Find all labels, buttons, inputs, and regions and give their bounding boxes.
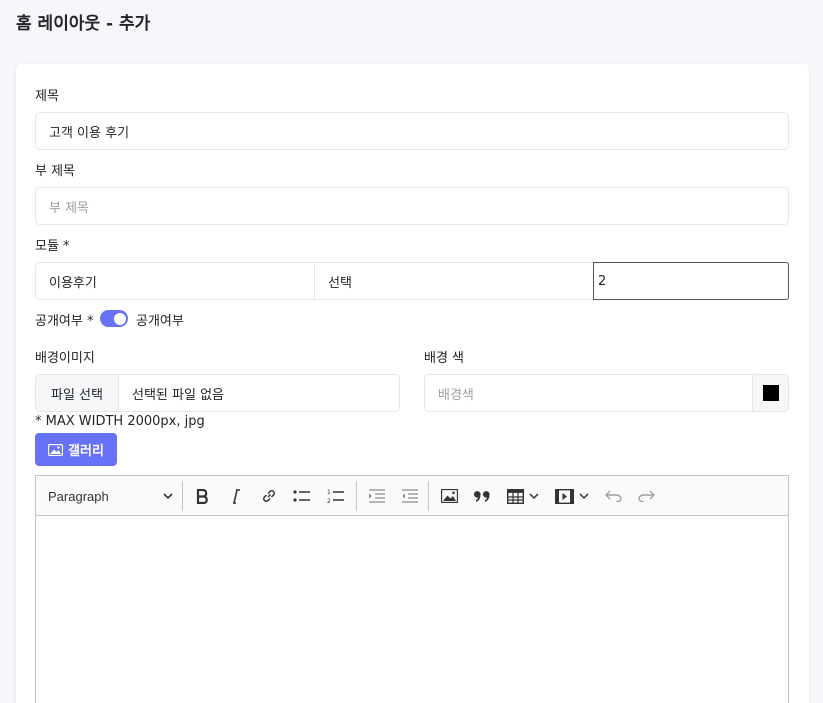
- bold-icon: [196, 488, 208, 504]
- chevron-down-icon: [163, 492, 173, 499]
- subtitle-input[interactable]: 부 제목: [35, 187, 789, 225]
- editor-content-area[interactable]: [36, 516, 788, 703]
- toggle-knob: [114, 312, 126, 325]
- image-hint: * MAX WIDTH 2000px, jpg: [35, 414, 205, 429]
- file-name-text: 선택된 파일 없음: [132, 387, 224, 403]
- redo-button[interactable]: [634, 476, 658, 516]
- insert-media-button[interactable]: [551, 476, 593, 516]
- italic-button[interactable]: [224, 476, 248, 516]
- module-label: 모듈 *: [35, 239, 70, 254]
- italic-icon: [233, 488, 240, 504]
- increase-indent-icon: [369, 489, 385, 503]
- bg-color-input[interactable]: 배경색: [424, 374, 789, 412]
- gallery-button[interactable]: 갤러리: [35, 433, 117, 466]
- bulleted-list-icon: [293, 490, 310, 502]
- rich-text-editor: Paragraph 12: [35, 475, 789, 703]
- svg-text:1: 1: [327, 489, 331, 496]
- undo-button[interactable]: [601, 476, 625, 516]
- link-icon: [263, 490, 275, 502]
- public-label: 공개여부 *: [35, 314, 94, 329]
- decrease-indent-button[interactable]: [398, 476, 422, 516]
- numbered-list-icon: 12: [327, 489, 344, 504]
- gallery-button-label: 갤러리: [68, 444, 104, 459]
- redo-icon: [637, 490, 655, 502]
- bold-button[interactable]: [191, 476, 215, 516]
- title-input[interactable]: 고객 이용 후기: [35, 112, 789, 150]
- title-input-value: 고객 이용 후기: [49, 125, 130, 141]
- insert-image-button[interactable]: [437, 476, 461, 516]
- paragraph-dropdown[interactable]: Paragraph: [48, 476, 173, 516]
- insert-table-button[interactable]: [503, 476, 543, 516]
- decrease-indent-icon: [402, 489, 418, 503]
- module-select-field[interactable]: 선택: [314, 262, 594, 300]
- public-toggle-label: 공개여부: [136, 314, 184, 329]
- increase-indent-button[interactable]: [365, 476, 389, 516]
- image-icon: [440, 489, 458, 503]
- link-button[interactable]: [257, 476, 281, 516]
- color-picker-button[interactable]: [752, 375, 788, 411]
- chevron-down-icon: [528, 493, 539, 500]
- bulleted-list-button[interactable]: [290, 476, 314, 516]
- bg-color-label: 배경 색: [424, 351, 465, 366]
- svg-text:2: 2: [327, 498, 331, 504]
- paragraph-label: Paragraph: [48, 488, 109, 504]
- file-select-button[interactable]: 파일 선택: [36, 375, 119, 411]
- color-swatch: [762, 385, 779, 401]
- toolbar-divider: [182, 481, 183, 511]
- blockquote-button[interactable]: [470, 476, 494, 516]
- media-icon: [554, 488, 574, 504]
- toolbar-divider: [428, 481, 429, 511]
- gallery-icon: [48, 443, 64, 456]
- editor-toolbar: Paragraph 12: [36, 476, 788, 516]
- bg-image-file-input[interactable]: 파일 선택 선택된 파일 없음: [35, 374, 400, 412]
- module-type-value: 이용후기: [49, 275, 97, 291]
- bg-image-label: 배경이미지: [35, 351, 95, 366]
- module-select-value: 선택: [328, 275, 352, 291]
- form-card: 제목 고객 이용 후기 부 제목 부 제목 모듈 * 이용후기 선택 2 공개여…: [16, 64, 809, 703]
- blockquote-icon: [474, 491, 490, 502]
- numbered-list-button[interactable]: 12: [324, 476, 348, 516]
- module-type-field[interactable]: 이용후기: [35, 262, 315, 300]
- chevron-down-icon: [578, 493, 589, 500]
- module-count-value: 2: [598, 273, 607, 289]
- title-label: 제목: [35, 89, 59, 104]
- page-title: 홈 레이아웃 - 추가: [16, 14, 151, 34]
- table-icon: [506, 488, 524, 504]
- module-count-input[interactable]: 2: [593, 262, 789, 300]
- public-toggle[interactable]: [100, 310, 128, 327]
- toolbar-divider: [356, 481, 357, 511]
- subtitle-label: 부 제목: [35, 164, 76, 179]
- undo-icon: [604, 490, 622, 502]
- subtitle-placeholder: 부 제목: [49, 200, 90, 216]
- bg-color-placeholder: 배경색: [438, 387, 474, 403]
